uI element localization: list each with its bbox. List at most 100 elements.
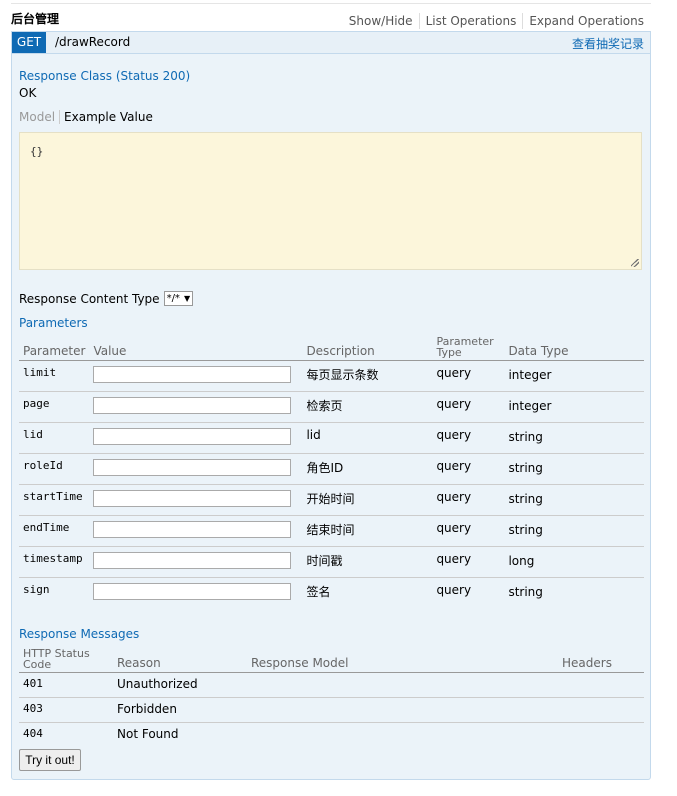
parameter-description: 签名: [306, 585, 331, 599]
parameter-name: endTime: [19, 515, 90, 547]
example-value-text: {}: [30, 145, 44, 158]
col-response-model: Response Model: [247, 644, 558, 673]
tab-model[interactable]: Model: [19, 110, 61, 124]
col-parameter-type: Parameter Type: [432, 332, 505, 361]
try-it-out-button[interactable]: Try it out!: [19, 749, 81, 771]
response-model: [247, 697, 558, 723]
reason: Not Found: [117, 727, 179, 741]
parameter-row: roleId 角色ID query string: [19, 453, 644, 485]
parameter-page-input[interactable]: [93, 397, 292, 414]
parameter-type: query: [432, 453, 505, 485]
parameter-type: query: [432, 484, 505, 516]
parameter-data-type: string: [504, 453, 644, 485]
parameter-data-type: long: [504, 546, 644, 578]
http-method-badge[interactable]: GET: [12, 32, 46, 53]
operation-header[interactable]: GET /drawRecord 查看抽奖记录: [12, 32, 650, 54]
parameter-row: startTime 开始时间 query string: [19, 484, 644, 516]
operation-path[interactable]: /drawRecord: [55, 34, 130, 51]
parameter-name: limit: [19, 360, 90, 392]
status-code: 404: [23, 727, 43, 740]
headers: [558, 672, 644, 698]
parameter-type: query: [436, 583, 472, 597]
parameter-name: lid: [19, 422, 90, 454]
tab-example-value[interactable]: Example Value: [60, 110, 153, 124]
parameter-type: query: [432, 391, 505, 423]
parameters-heading: Parameters: [19, 316, 88, 330]
status-code: 403: [19, 697, 113, 723]
col-headers: Headers: [558, 644, 644, 673]
parameter-row: limit 每页显示条数 query integer: [19, 360, 644, 392]
parameter-value-cell: [89, 484, 303, 516]
parameter-description: 每页显示条数: [302, 360, 433, 392]
col-data-type: Data Type: [504, 332, 644, 361]
parameter-description: 结束时间: [302, 515, 433, 547]
headers: [558, 723, 644, 748]
response-messages-heading: Response Messages: [19, 627, 140, 641]
content-type-value: */*: [166, 293, 180, 304]
resize-grip-icon[interactable]: [631, 259, 639, 267]
parameter-row: page 检索页 query integer: [19, 391, 644, 423]
parameter-value-cell: [89, 391, 303, 423]
parameter-data-type: string: [504, 515, 644, 547]
col-reason: Reason: [113, 644, 247, 673]
response-content-type: Response Content Type */* ▼: [19, 291, 194, 306]
parameter-row: lid lid query string: [19, 422, 644, 454]
parameter-type: query: [432, 515, 505, 547]
response-messages-table: HTTP Status Code Reason Response Model H…: [19, 644, 644, 748]
parameter-limit-input[interactable]: [93, 366, 292, 383]
expand-operations-link[interactable]: Expand Operations: [523, 13, 644, 29]
response-model: [247, 723, 558, 748]
parameter-sign-input[interactable]: [93, 583, 292, 600]
parameters-table: Parameter Value Description Parameter Ty…: [19, 332, 644, 609]
parameter-data-type: integer: [504, 360, 644, 392]
reason: Forbidden: [113, 697, 247, 723]
parameter-description: 开始时间: [302, 484, 433, 516]
parameter-description: 检索页: [302, 391, 433, 423]
response-message-row: 401 Unauthorized: [19, 672, 644, 698]
response-message-row: 404 Not Found: [19, 723, 644, 748]
parameter-data-type: string: [508, 585, 543, 599]
parameter-endTime-input[interactable]: [93, 521, 292, 538]
resource-links: Show/Hide List Operations Expand Operati…: [343, 13, 644, 29]
parameter-startTime-input[interactable]: [93, 490, 292, 507]
parameter-description: lid: [302, 422, 433, 454]
parameter-value-cell: [89, 360, 303, 392]
response-model: [247, 672, 558, 698]
response-message-row: 403 Forbidden: [19, 697, 644, 723]
reason: Unauthorized: [113, 672, 247, 698]
divider: [11, 3, 651, 4]
col-description: Description: [302, 332, 433, 361]
model-tabs: Model Example Value: [19, 110, 153, 124]
show-hide-link[interactable]: Show/Hide: [343, 13, 420, 29]
parameter-value-cell: [89, 578, 302, 609]
response-class-heading: Response Class (Status 200): [19, 69, 191, 83]
parameter-roleId-input[interactable]: [93, 459, 292, 476]
content-type-select[interactable]: */* ▼: [163, 291, 194, 306]
parameter-data-type: string: [504, 422, 644, 454]
parameter-type: query: [432, 360, 505, 392]
parameter-lid-input[interactable]: [93, 428, 292, 445]
col-parameter: Parameter: [19, 332, 90, 361]
operation-panel: GET /drawRecord 查看抽奖记录 Response Class (S…: [11, 31, 651, 780]
col-http-status-code: HTTP Status Code: [19, 644, 113, 673]
response-status-text: OK: [19, 86, 37, 100]
example-value-box[interactable]: {}: [19, 132, 642, 270]
parameter-row: timestamp 时间戳 query long: [19, 546, 644, 578]
parameter-name: timestamp: [19, 546, 90, 578]
status-code: 401: [19, 672, 113, 698]
parameter-timestamp-input[interactable]: [93, 552, 292, 569]
parameter-type: query: [432, 422, 505, 454]
list-operations-link[interactable]: List Operations: [420, 13, 524, 29]
operation-summary[interactable]: 查看抽奖记录: [572, 35, 644, 52]
parameter-data-type: string: [504, 484, 644, 516]
col-value: Value: [89, 332, 303, 361]
parameter-data-type: integer: [504, 391, 644, 423]
parameter-name: sign: [23, 583, 50, 596]
parameter-name: roleId: [19, 453, 90, 485]
parameter-type: query: [432, 546, 505, 578]
parameter-name: startTime: [19, 484, 90, 516]
parameter-value-cell: [89, 453, 303, 485]
parameter-description: 时间戳: [302, 546, 433, 578]
headers: [558, 697, 644, 723]
content-type-label: Response Content Type: [19, 291, 160, 306]
